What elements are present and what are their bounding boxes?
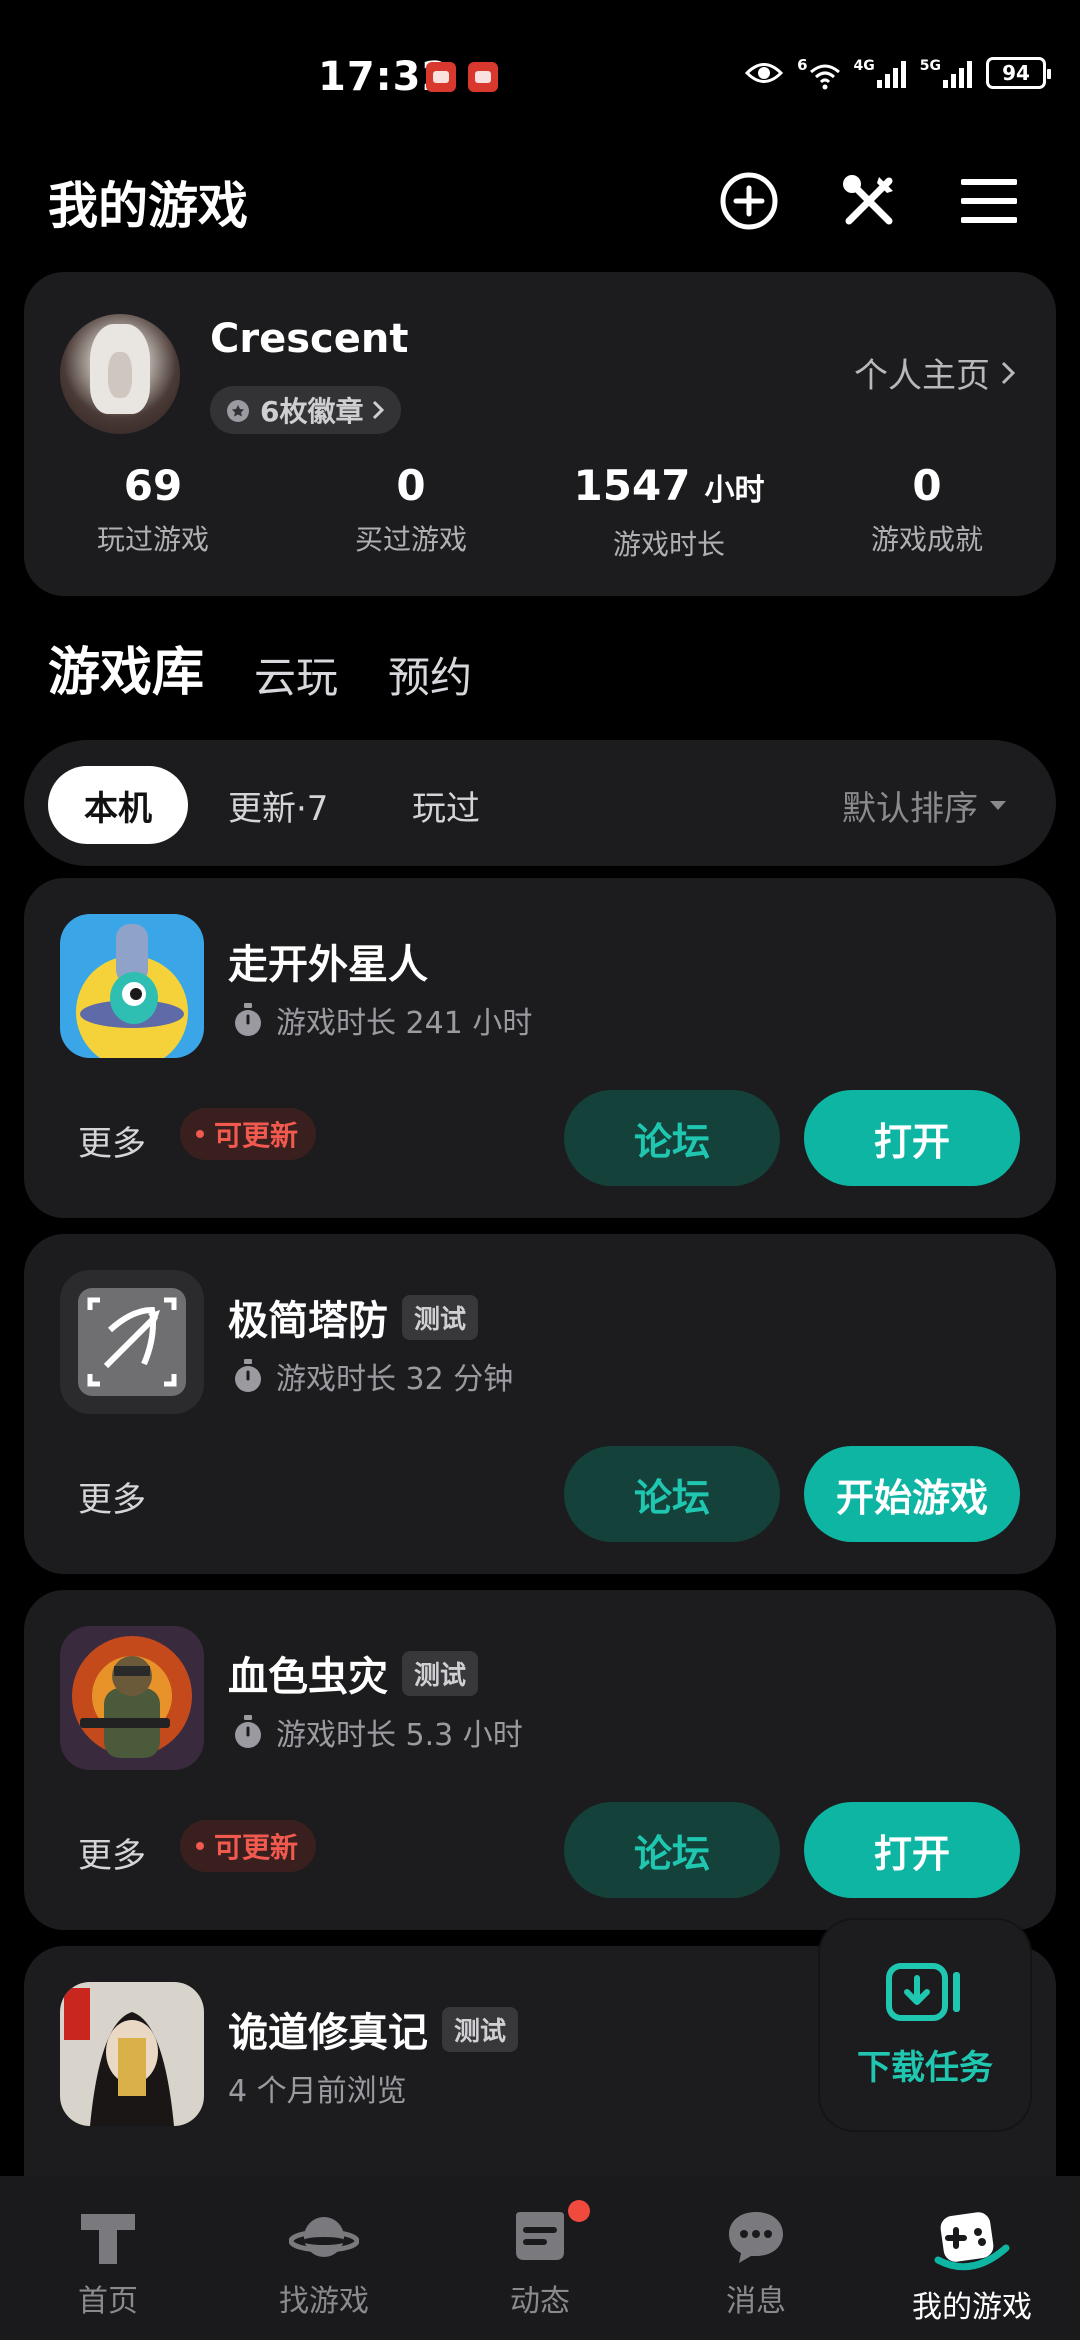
stopwatch-icon [235,1715,261,1748]
game-card[interactable]: 血色虫灾 测试 游戏时长 5.3 小时 更多 可更新 论坛 打开 [24,1590,1056,1930]
bottom-nav: 首页 找游戏 动态 消息 我的游戏 [0,2176,1080,2340]
nav-home[interactable]: 首页 [0,2176,216,2340]
game-name: 极简塔防 测试 [228,1288,479,1346]
forum-button[interactable]: 论坛 [564,1446,780,1542]
status-bar: 17:32 6 4G 5G 94 [0,0,1080,150]
caret-down-icon [990,800,1006,810]
start-game-button[interactable]: 开始游戏 [804,1446,1020,1542]
plus-circle-icon [720,172,778,230]
test-tag: 测试 [402,1650,479,1696]
username: Crescent [210,316,409,362]
game-playtime: 游戏时长 241 小时 [232,998,532,1042]
more-button[interactable]: 更多 [78,1116,146,1165]
game-last-viewed: 4 个月前浏览 [228,2074,407,2109]
notification-icon [468,62,498,92]
stopwatch-icon [235,1003,261,1036]
gamepad-icon [934,2212,1010,2271]
nav-my-games[interactable]: 我的游戏 [864,2176,1080,2340]
download-task-button[interactable]: 下载任务 [820,1920,1030,2130]
notification-icon [426,62,456,92]
tab-reserve[interactable]: 预约 [388,644,472,705]
game-card[interactable]: 走开外星人 游戏时长 241 小时 更多 可更新 论坛 打开 [24,878,1056,1218]
open-button[interactable]: 打开 [804,1090,1020,1186]
game-icon-bug-plague[interactable] [60,1626,204,1770]
filter-played[interactable]: 玩过 [412,766,480,844]
chat-icon [729,2212,783,2263]
status-icons: 6 4G 5G 94 [745,56,1051,90]
filter-bar: 本机 更新·7 玩过 默认排序 [24,740,1056,866]
game-icon-tower-defense[interactable] [60,1270,204,1414]
game-name: 走开外星人 [228,942,428,988]
game-playtime: 游戏时长 5.3 小时 [232,1710,523,1754]
more-button[interactable]: 更多 [78,1828,146,1877]
game-name: 诡道修真记 测试 [228,2000,519,2058]
feed-icon [516,2212,564,2260]
filter-local[interactable]: 本机 [48,766,188,844]
eye-icon [745,63,784,83]
stat-played[interactable]: 69 玩过游戏 [24,458,282,563]
battery-icon: 94 [986,57,1051,89]
nav-discover[interactable]: 找游戏 [216,2176,432,2340]
home-icon [81,2214,135,2264]
game-icon-cultivation[interactable] [60,1982,204,2126]
chevron-right-icon [1001,361,1016,384]
nav-messages[interactable]: 消息 [648,2176,864,2340]
download-icon [886,1962,960,2021]
menu-button[interactable] [956,168,1022,234]
forum-button[interactable]: 论坛 [564,1802,780,1898]
menu-icon [961,179,1017,223]
homepage-link[interactable]: 个人主页 [854,348,1016,397]
sort-dropdown[interactable]: 默认排序 [842,766,1006,844]
medal-icon [227,400,249,422]
badges-button[interactable]: 6枚徽章 [210,386,402,434]
update-badge[interactable]: 可更新 [180,1820,317,1872]
notification-dot [568,2200,590,2222]
page-title: 我的游戏 [48,177,248,235]
avatar[interactable] [60,314,180,434]
filter-updates[interactable]: 更新·7 [228,766,328,844]
test-tag: 测试 [442,2006,519,2052]
nav-feed[interactable]: 动态 [432,2176,648,2340]
profile-stats: 69 玩过游戏 0 买过游戏 1547 小时 游戏时长 0 游戏成就 [24,458,1056,563]
profile-card: Crescent 6枚徽章 个人主页 69 玩过游戏 0 买过游戏 1547 小时 游戏… [24,272,1056,596]
stat-playtime[interactable]: 1547 小时 游戏时长 [540,458,798,563]
update-badge[interactable]: 可更新 [180,1108,317,1160]
stat-bought[interactable]: 0 买过游戏 [282,458,540,563]
more-button[interactable]: 更多 [78,1472,146,1521]
tools-icon [843,175,893,225]
stat-achievements[interactable]: 0 游戏成就 [798,458,1056,563]
add-button[interactable] [716,168,782,234]
game-card[interactable]: 极简塔防 测试 游戏时长 32 分钟 更多 论坛 开始游戏 [24,1234,1056,1574]
chevron-right-icon [373,400,385,420]
signal-4g-icon: 4G [854,58,906,88]
tab-cloud[interactable]: 云玩 [254,644,338,705]
library-tabs: 游戏库 云玩 预约 [43,630,472,705]
planet-icon [289,2217,359,2257]
test-tag: 测试 [402,1294,479,1340]
game-name: 血色虫灾 测试 [228,1644,479,1702]
signal-5g-icon: 5G [920,58,972,88]
open-button[interactable]: 打开 [804,1802,1020,1898]
forum-button[interactable]: 论坛 [564,1090,780,1186]
wifi-icon: 6 [797,56,840,90]
game-icon-alien[interactable] [60,914,204,1058]
stopwatch-icon [235,1359,261,1392]
tools-button[interactable] [836,168,902,234]
tab-library[interactable]: 游戏库 [43,630,209,705]
game-playtime: 游戏时长 32 分钟 [232,1354,513,1398]
